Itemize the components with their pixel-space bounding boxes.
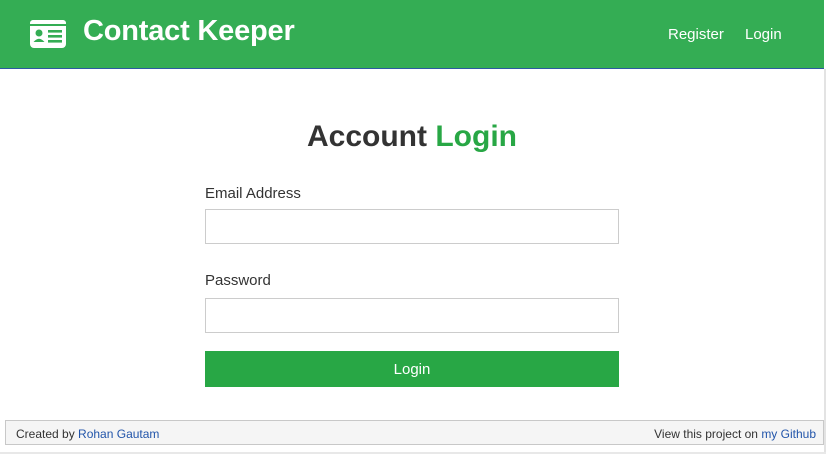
- footer-created-by-text: Created by: [16, 427, 75, 441]
- password-field[interactable]: [205, 298, 619, 333]
- footer-credit: Created by Rohan Gautam: [16, 427, 159, 441]
- email-field[interactable]: [205, 209, 619, 244]
- author-link[interactable]: Rohan Gautam: [78, 427, 159, 441]
- footer-view-text: View this project on: [654, 427, 758, 441]
- page-title: Account Login: [0, 120, 824, 154]
- page-title-accent: Login: [435, 120, 517, 153]
- footer: Created by Rohan Gautam View this projec…: [5, 420, 824, 445]
- github-link[interactable]: my Github: [761, 427, 816, 441]
- page-title-prefix: Account: [307, 120, 427, 153]
- login-button[interactable]: Login: [205, 351, 619, 387]
- password-label: Password: [205, 272, 271, 289]
- login-form: Email Address Password Login: [205, 185, 619, 387]
- email-label: Email Address: [205, 185, 301, 202]
- app-title: Contact Keeper: [83, 15, 295, 47]
- id-card-icon: [30, 20, 66, 48]
- navbar: Contact Keeper Register Login: [0, 0, 824, 69]
- login-link[interactable]: Login: [745, 26, 782, 43]
- footer-project: View this project on my Github: [654, 427, 816, 441]
- register-link[interactable]: Register: [668, 26, 724, 43]
